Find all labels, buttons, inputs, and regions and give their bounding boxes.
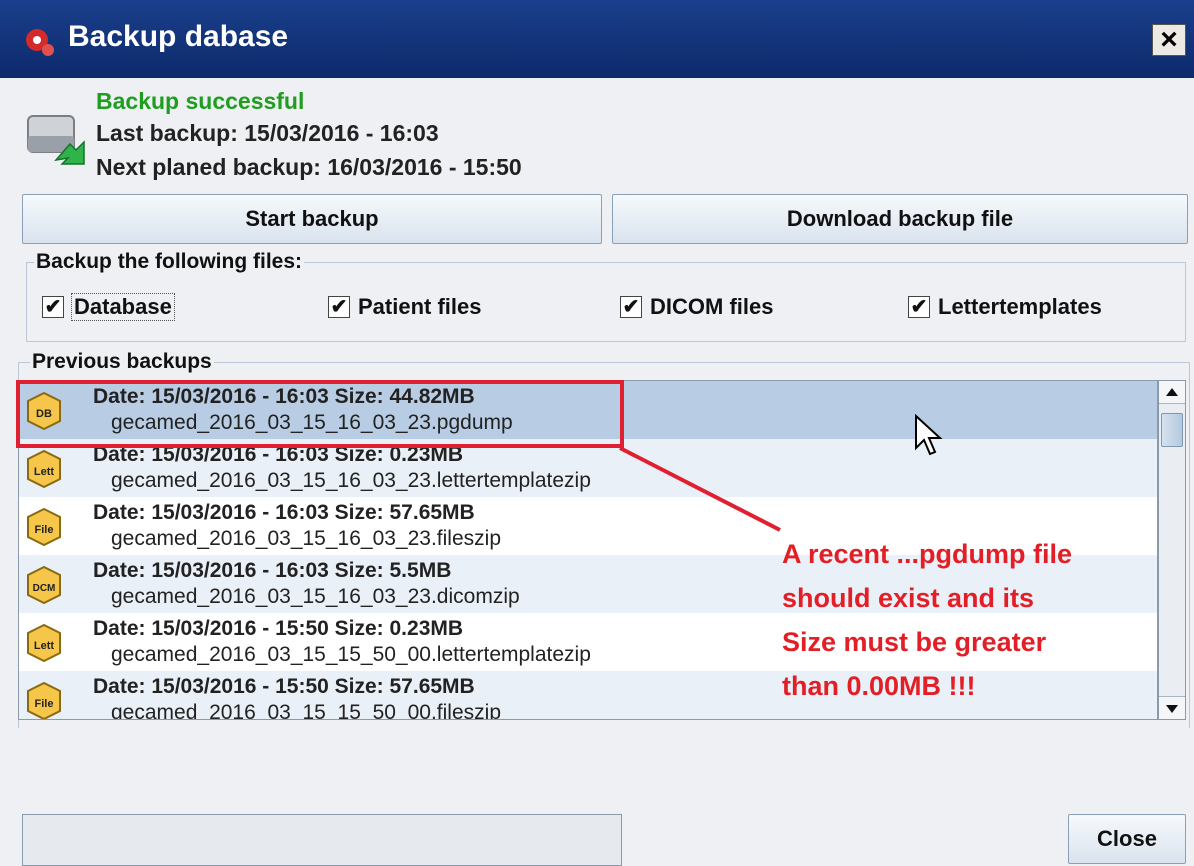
backup-status-message: Backup successful xyxy=(96,88,305,114)
backup-drive-icon xyxy=(27,115,85,165)
arrow-down-icon xyxy=(1166,705,1178,713)
checkbox-patient-files-box[interactable]: ✔ xyxy=(328,296,350,318)
checkbox-patient-files[interactable]: ✔ Patient files xyxy=(328,294,481,320)
checkbox-lettertemplates[interactable]: ✔ Lettertemplates xyxy=(908,294,1102,320)
last-backup-text: Last backup: 15/03/2016 - 16:03 xyxy=(96,120,439,146)
checkbox-dicom-files[interactable]: ✔ DICOM files xyxy=(620,294,773,320)
mouse-cursor-icon xyxy=(915,414,943,456)
list-scrollbar[interactable] xyxy=(1158,380,1186,720)
checkbox-database-label: Database xyxy=(71,293,175,321)
lettertemplate-file-icon-label: Lett xyxy=(34,640,55,652)
scroll-down-button[interactable] xyxy=(1159,696,1185,719)
checkbox-database[interactable]: ✔ Database xyxy=(42,293,175,321)
dicom-file-icon: DCM xyxy=(27,565,61,605)
download-backup-button[interactable]: Download backup file xyxy=(612,194,1188,244)
backup-filename: gecamed_2016_03_15_16_03_23.fileszip xyxy=(111,527,501,550)
backup-meta: Date: 15/03/2016 - 16:03 Size: 5.5MB xyxy=(93,559,452,582)
start-backup-button[interactable]: Start backup xyxy=(22,194,602,244)
lettertemplate-file-icon: Lett xyxy=(27,449,61,489)
previous-backups-label: Previous backups xyxy=(30,350,214,374)
backup-meta: Date: 15/03/2016 - 15:50 Size: 57.65MB xyxy=(93,675,475,698)
annotation-line-1: A recent ...pgdump file xyxy=(782,539,1073,569)
backup-filename: gecamed_2016_03_15_15_50_00.lettertempla… xyxy=(111,643,591,666)
annotation-line-3: Size must be greater xyxy=(782,627,1047,657)
scroll-up-button[interactable] xyxy=(1159,381,1185,404)
files-archive-icon-label: File xyxy=(35,698,54,710)
checkbox-dicom-files-label: DICOM files xyxy=(650,294,774,319)
progress-bar xyxy=(22,814,622,866)
annotation-line-4: than 0.00MB !!! xyxy=(782,671,976,701)
checkbox-lettertemplates-box[interactable]: ✔ xyxy=(908,296,930,318)
annotation-highlight-box xyxy=(16,380,624,448)
dicom-file-icon-label: DCM xyxy=(33,583,56,594)
arrow-up-icon xyxy=(1166,388,1178,396)
backup-filename: gecamed_2016_03_15_16_03_23.lettertempla… xyxy=(111,469,591,492)
annotation-line-2: should exist and its xyxy=(782,583,1035,613)
window-title: Backup dabase xyxy=(68,20,289,53)
files-archive-icon-label: File xyxy=(35,524,54,536)
backup-meta: Date: 15/03/2016 - 16:03 Size: 57.65MB xyxy=(93,501,475,524)
close-button[interactable]: Close xyxy=(1068,814,1186,864)
annotation-note: A recent ...pgdump file should exist and… xyxy=(782,532,1072,708)
scroll-thumb[interactable] xyxy=(1161,413,1183,447)
close-window-button[interactable]: × xyxy=(1152,24,1186,56)
backup-filename: gecamed_2016_03_15_15_50_00.fileszip xyxy=(111,701,501,720)
lettertemplate-file-icon-label: Lett xyxy=(34,466,55,478)
checkbox-patient-files-label: Patient files xyxy=(358,294,482,319)
files-archive-icon: File xyxy=(27,681,61,719)
checkbox-dicom-files-box[interactable]: ✔ xyxy=(620,296,642,318)
backup-filename: gecamed_2016_03_15_16_03_23.dicomzip xyxy=(111,585,520,608)
checkbox-database-box[interactable]: ✔ xyxy=(42,296,64,318)
title-bar: Backup dabase × xyxy=(0,0,1194,78)
checkbox-lettertemplates-label: Lettertemplates xyxy=(938,294,1102,319)
lettertemplate-file-icon: Lett xyxy=(27,623,61,663)
backup-meta: Date: 15/03/2016 - 15:50 Size: 0.23MB xyxy=(93,617,464,640)
next-backup-text: Next planed backup: 16/03/2016 - 15:50 xyxy=(96,154,522,180)
backup-files-label: Backup the following files: xyxy=(34,250,305,274)
files-archive-icon: File xyxy=(27,507,61,547)
app-icon xyxy=(26,29,54,56)
